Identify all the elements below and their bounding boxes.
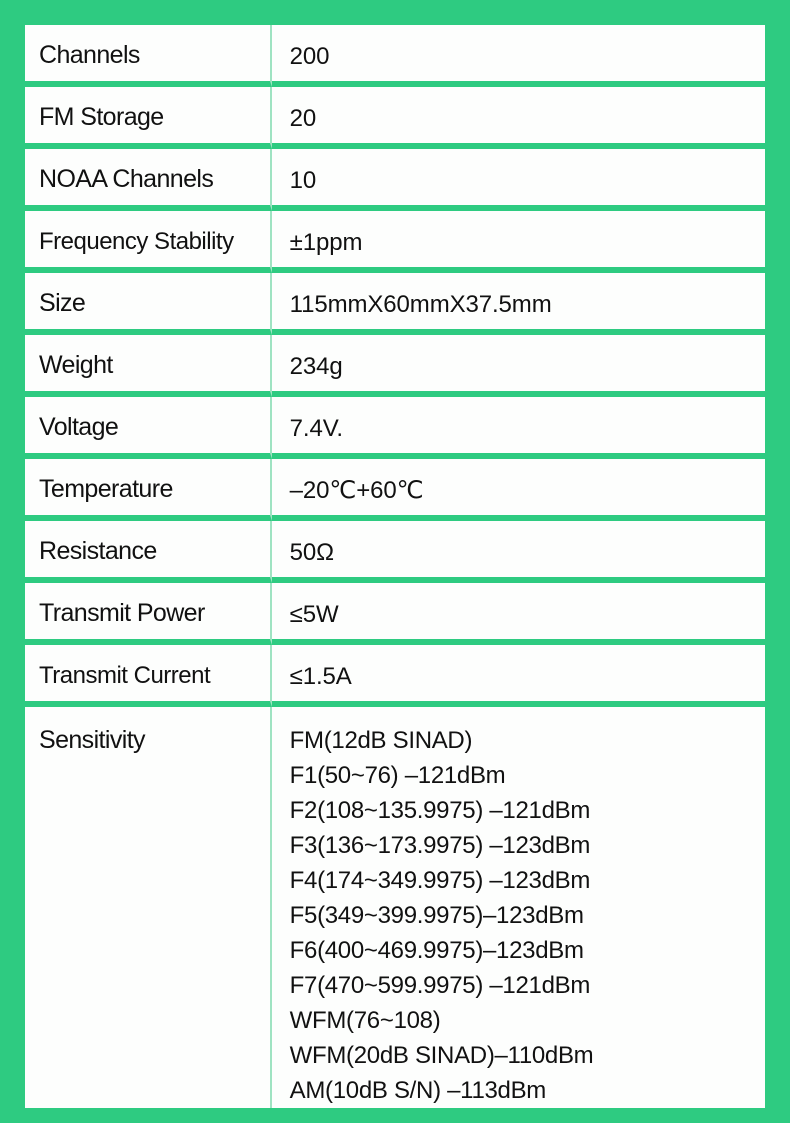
spec-label-cell: Resistance [25, 521, 272, 583]
spec-value-cell: ±1ppm [271, 211, 765, 273]
spec-label: Transmit Current [39, 662, 211, 689]
spec-label: Resistance [39, 537, 157, 565]
spec-value-cell: –20℃+60℃ [271, 459, 765, 521]
spec-label: Channels [39, 41, 140, 69]
spec-label-cell: Channels [25, 25, 272, 87]
table-row: Voltage 7.4V. [25, 397, 765, 459]
spec-label-cell: Transmit Current [25, 645, 272, 707]
specification-table: Channels 200 FM Storage 20 NOAA Channels… [25, 25, 765, 1108]
list-item: F1(50~76) –121dBm [289, 762, 506, 789]
spec-value-cell: 234g [271, 335, 765, 397]
table-row: Weight 234g [25, 335, 765, 397]
list-item: AM(10dB S/N) –113dBm [289, 1077, 547, 1104]
spec-value-cell: 115mmX60mmX37.5mm [271, 273, 765, 335]
spec-label: Voltage [39, 413, 119, 441]
list-item: WFM(20dB SINAD)–110dBm [289, 1042, 594, 1069]
spec-label: Temperature [39, 475, 173, 503]
spec-label-cell: NOAA Channels [25, 149, 272, 211]
spec-label-cell: Transmit Power [25, 583, 272, 645]
list-item: F7(470~599.9975) –121dBm [289, 972, 591, 999]
spec-value-cell: FM(12dB SINAD) F1(50~76) –121dBm F2(108~… [271, 707, 765, 1108]
spec-label-cell: Temperature [25, 459, 272, 521]
table-row: Size 115mmX60mmX37.5mm [25, 273, 765, 335]
spec-label: Frequency Stability [39, 228, 234, 255]
table-row: Resistance 50Ω [25, 521, 765, 583]
spec-label-cell: Size [25, 273, 272, 335]
spec-label-cell: Voltage [25, 397, 272, 459]
spec-label-cell: Sensitivity [25, 707, 272, 1108]
list-item: FM(12dB SINAD) [289, 727, 473, 754]
table-row: FM Storage 20 [25, 87, 765, 149]
table-row-sensitivity: Sensitivity FM(12dB SINAD) F1(50~76) –12… [25, 707, 765, 1108]
spec-label: Size [39, 289, 86, 317]
sensitivity-list: FM(12dB SINAD) F1(50~76) –121dBm F2(108~… [290, 723, 765, 1108]
specification-table-body: Channels 200 FM Storage 20 NOAA Channels… [25, 25, 765, 1108]
spec-label-cell: FM Storage [25, 87, 272, 149]
table-row: Temperature –20℃+60℃ [25, 459, 765, 521]
spec-label: Sensitivity [39, 726, 146, 754]
table-row: Frequency Stability ±1ppm [25, 211, 765, 273]
table-row: Transmit Power ≤5W [25, 583, 765, 645]
table-row: NOAA Channels 10 [25, 149, 765, 211]
spec-value-cell: 50Ω [271, 521, 765, 583]
spec-label: Transmit Power [39, 599, 205, 627]
list-item: F6(400~469.9975)–123dBm [289, 937, 584, 964]
table-row: Channels 200 [25, 25, 765, 87]
list-item: F4(174~349.9975) –123dBm [289, 867, 591, 894]
spec-value-cell: 200 [271, 25, 765, 87]
spec-value-cell: 7.4V. [271, 397, 765, 459]
spec-value-cell: 10 [271, 149, 765, 211]
list-item: F2(108~135.9975) –121dBm [289, 797, 591, 824]
spec-label: NOAA Channels [39, 165, 214, 193]
spec-value-cell: ≤5W [271, 583, 765, 645]
table-row: Transmit Current ≤1.5A [25, 645, 765, 707]
spec-label-cell: Weight [25, 335, 272, 397]
spec-value-cell: 20 [271, 87, 765, 149]
spec-value-cell: ≤1.5A [271, 645, 765, 707]
list-item: WFM(76~108) [289, 1007, 441, 1034]
spec-label-cell: Frequency Stability [25, 211, 272, 273]
list-item: F3(136~173.9975) –123dBm [289, 832, 591, 859]
list-item: F5(349~399.9975)–123dBm [289, 902, 584, 929]
specification-sheet: Channels 200 FM Storage 20 NOAA Channels… [0, 0, 790, 1123]
spec-label: FM Storage [39, 103, 164, 131]
spec-label: Weight [39, 351, 113, 379]
